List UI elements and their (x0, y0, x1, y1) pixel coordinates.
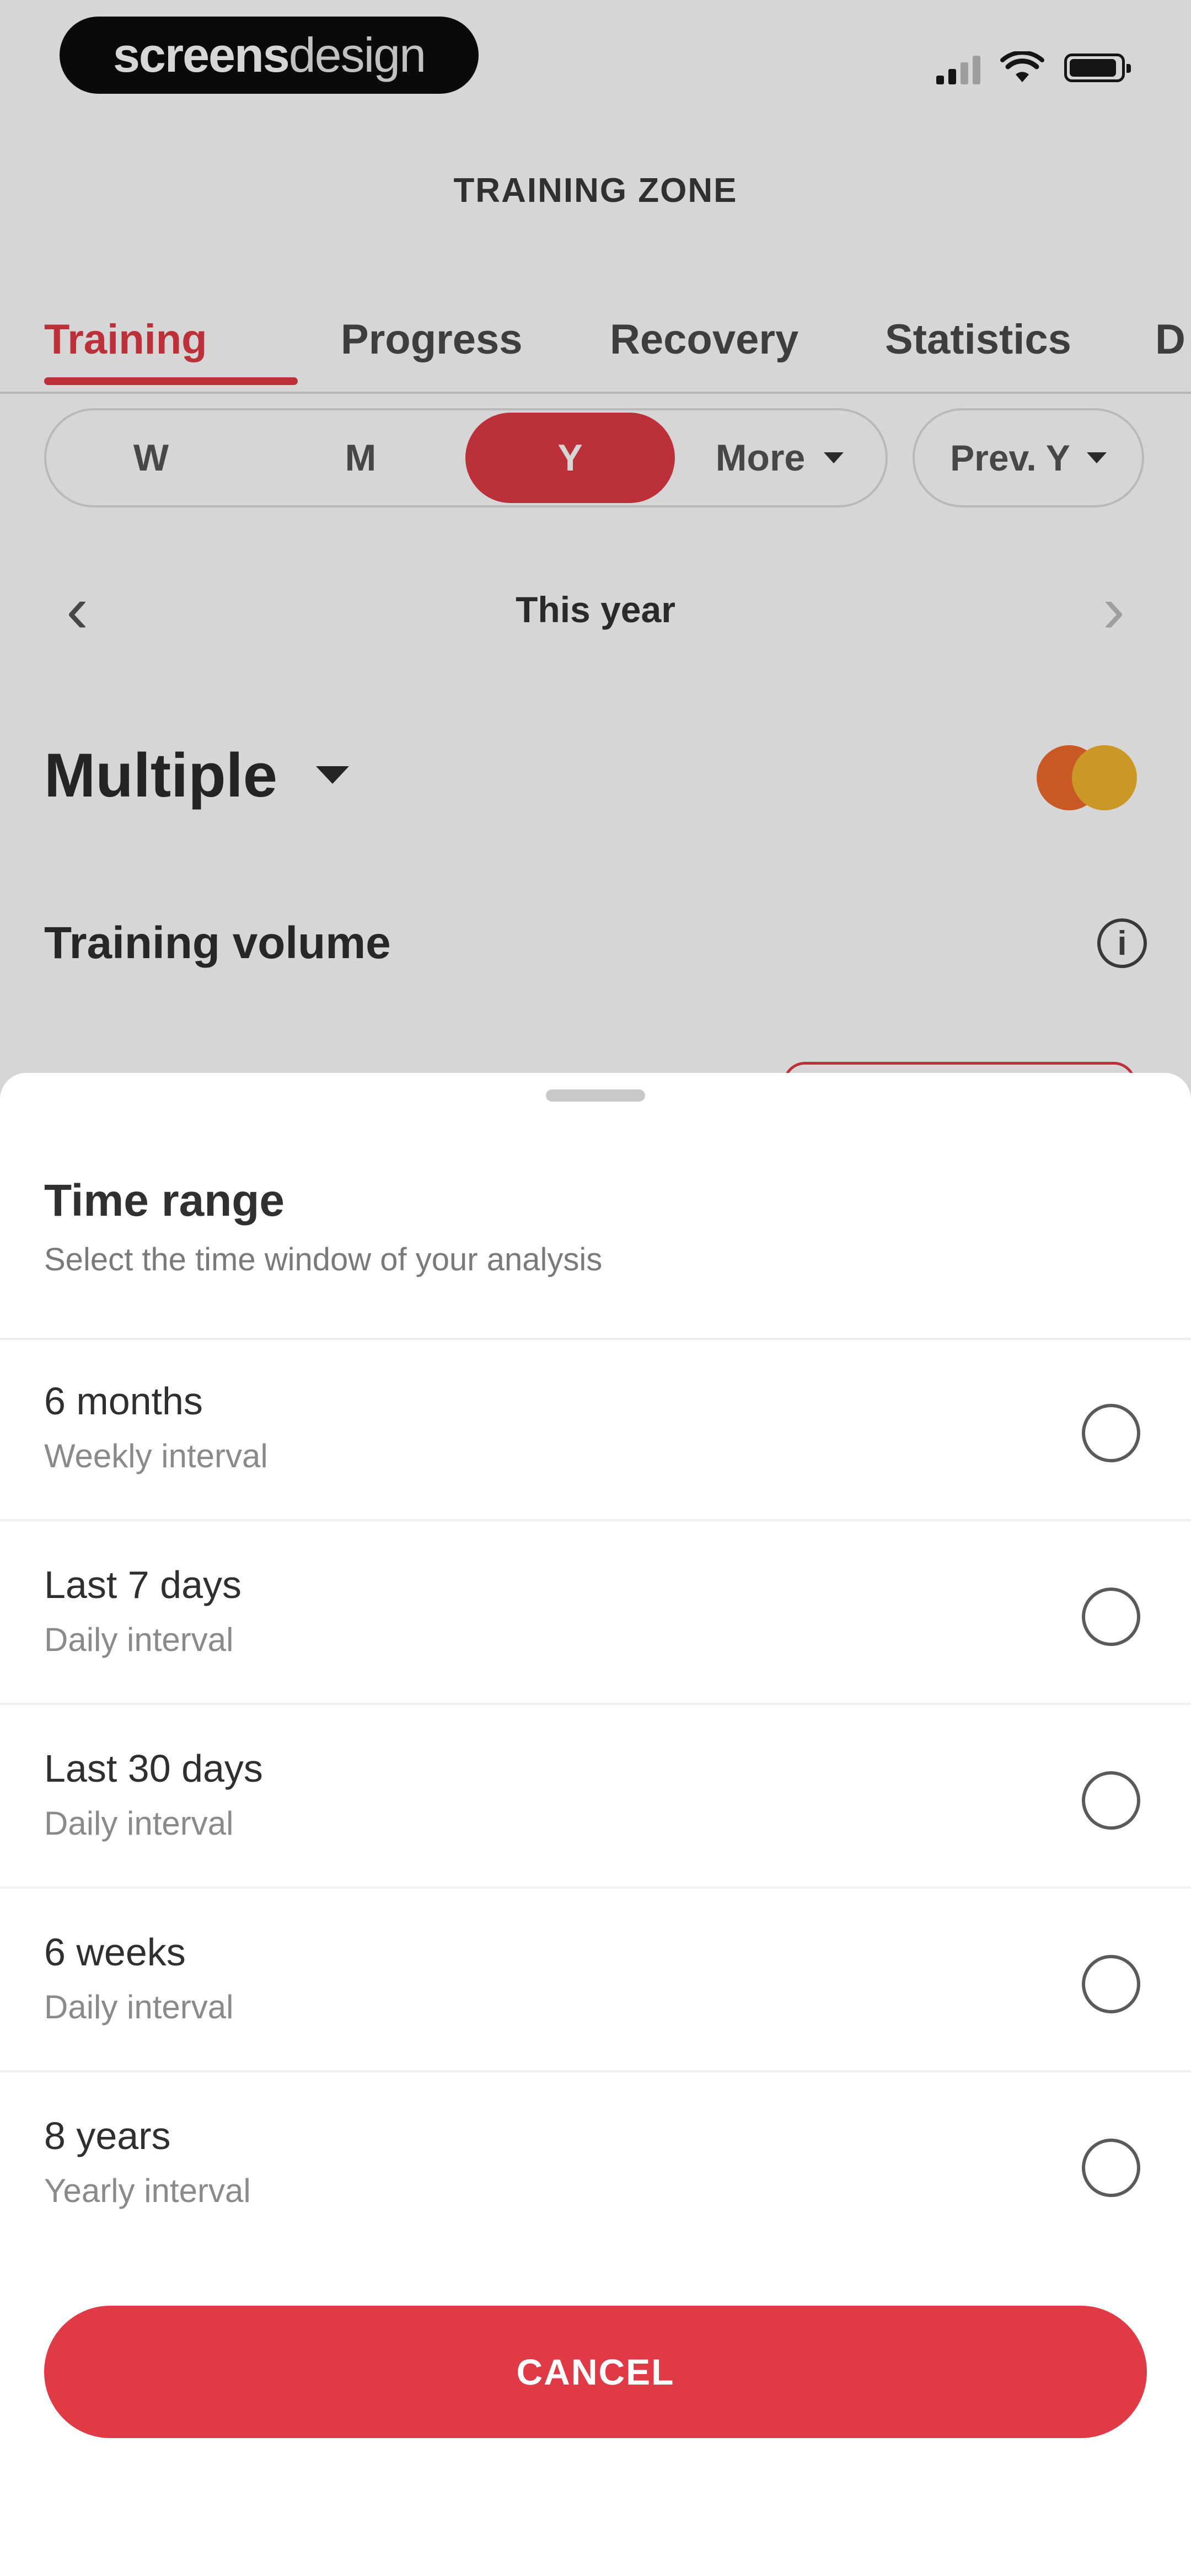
option-interval: Weekly interval (44, 1437, 268, 1474)
option-interval: Daily interval (44, 1989, 234, 2025)
radio-button[interactable] (1082, 2139, 1140, 2197)
option-last-7-days[interactable]: Last 7 days Daily interval (0, 1521, 1191, 1705)
time-range-sheet: Time range Select the time window of you… (0, 1073, 1191, 2576)
option-label: 8 years (44, 2114, 171, 2157)
app-screen: screens design TRAINING ZONE Training Pr… (0, 0, 1191, 2576)
option-interval: Yearly interval (44, 2172, 251, 2209)
option-label: Last 30 days (44, 1747, 263, 1790)
cancel-button[interactable]: CANCEL (44, 2306, 1147, 2438)
radio-button[interactable] (1082, 1404, 1140, 1462)
sheet-subtitle: Select the time window of your analysis (44, 1242, 603, 1278)
option-interval: Daily interval (44, 1805, 234, 1842)
option-interval: Daily interval (44, 1621, 234, 1658)
option-6-weeks[interactable]: 6 weeks Daily interval (0, 1889, 1191, 2072)
sheet-drag-handle[interactable] (546, 1089, 645, 1102)
option-label: Last 7 days (44, 1563, 242, 1606)
option-8-years[interactable]: 8 years Yearly interval (0, 2072, 1191, 2256)
radio-button[interactable] (1082, 1955, 1140, 2013)
option-last-30-days[interactable]: Last 30 days Daily interval (0, 1705, 1191, 1889)
option-label: 6 months (44, 1380, 203, 1423)
radio-button[interactable] (1082, 1771, 1140, 1830)
option-label: 6 weeks (44, 1931, 186, 1974)
option-6-months[interactable]: 6 months Weekly interval (0, 1338, 1191, 1521)
sheet-title: Time range (44, 1175, 285, 1226)
time-range-options: 6 months Weekly interval Last 7 days Dai… (0, 1338, 1191, 2256)
radio-button[interactable] (1082, 1588, 1140, 1646)
